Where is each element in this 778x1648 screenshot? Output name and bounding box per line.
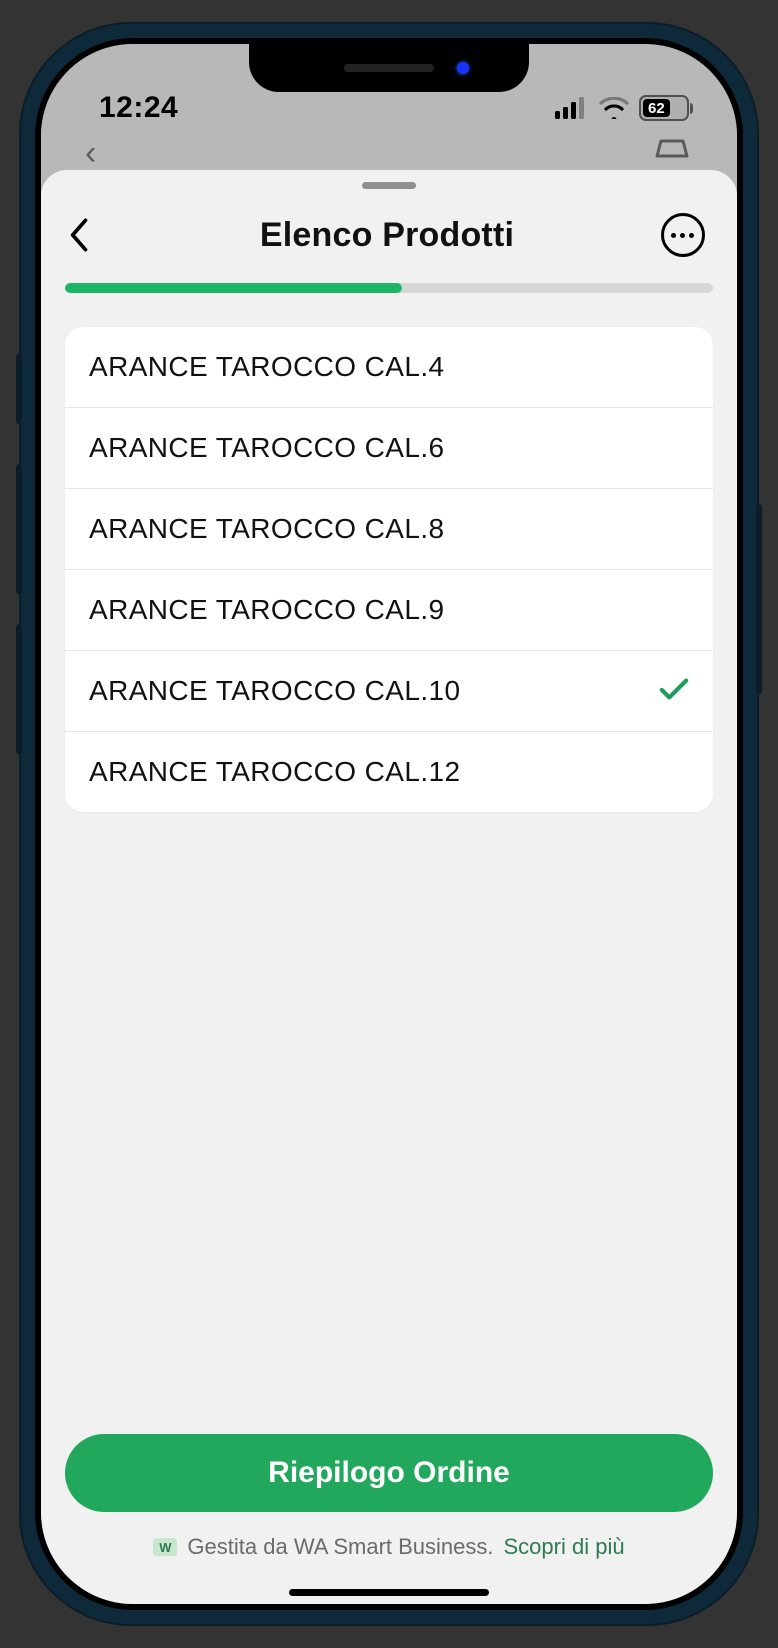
- home-indicator[interactable]: [289, 1589, 489, 1596]
- wa-badge-icon: W: [153, 1538, 177, 1556]
- volume-button: [16, 624, 22, 754]
- learn-more-link[interactable]: Scopri di più: [504, 1534, 625, 1560]
- wifi-icon: [599, 97, 629, 119]
- notch: [249, 44, 529, 92]
- power-button: [756, 504, 762, 694]
- managed-by-line: W Gestita da WA Smart Business. Scopri d…: [65, 1534, 713, 1560]
- product-row[interactable]: ARANCE TAROCCO CAL.4: [65, 327, 713, 408]
- managed-by-text: Gestita da WA Smart Business.: [187, 1534, 493, 1560]
- more-options-button[interactable]: [661, 213, 705, 257]
- sheet-title: Elenco Prodotti: [260, 216, 514, 255]
- phone-frame: 12:24: [21, 24, 757, 1624]
- more-icon: [671, 233, 694, 238]
- sheet-grabber[interactable]: [362, 182, 416, 189]
- back-button[interactable]: [69, 218, 113, 252]
- background-card-icon: [651, 134, 693, 167]
- product-row[interactable]: ARANCE TAROCCO CAL.8: [65, 489, 713, 570]
- product-label: ARANCE TAROCCO CAL.9: [89, 594, 444, 626]
- battery-percent: 62: [648, 100, 665, 117]
- product-label: ARANCE TAROCCO CAL.12: [89, 756, 460, 788]
- cellular-signal-icon: [555, 97, 589, 119]
- product-row[interactable]: ARANCE TAROCCO CAL.6: [65, 408, 713, 489]
- order-summary-button[interactable]: Riepilogo Ordine: [65, 1434, 713, 1512]
- product-row[interactable]: ARANCE TAROCCO CAL.12: [65, 732, 713, 812]
- volume-button: [16, 354, 22, 424]
- bottom-sheet: Elenco Prodotti ARANCE TAROCCO CAL.4ARAN…: [41, 170, 737, 1604]
- status-time: 12:24: [99, 91, 178, 125]
- progress-bar: [65, 283, 713, 293]
- product-label: ARANCE TAROCCO CAL.10: [89, 675, 460, 707]
- product-label: ARANCE TAROCCO CAL.8: [89, 513, 444, 545]
- product-row[interactable]: ARANCE TAROCCO CAL.10: [65, 651, 713, 732]
- product-list: ARANCE TAROCCO CAL.4 ARANCE TAROCCO CAL.6…: [65, 327, 713, 812]
- volume-button: [16, 464, 22, 594]
- battery-icon: 62: [639, 95, 693, 121]
- progress-fill: [65, 283, 402, 293]
- product-row[interactable]: ARANCE TAROCCO CAL.9: [65, 570, 713, 651]
- product-label: ARANCE TAROCCO CAL.6: [89, 432, 444, 464]
- check-icon: [659, 677, 689, 706]
- background-back-icon: ‹: [85, 134, 96, 173]
- product-label: ARANCE TAROCCO CAL.4: [89, 351, 444, 383]
